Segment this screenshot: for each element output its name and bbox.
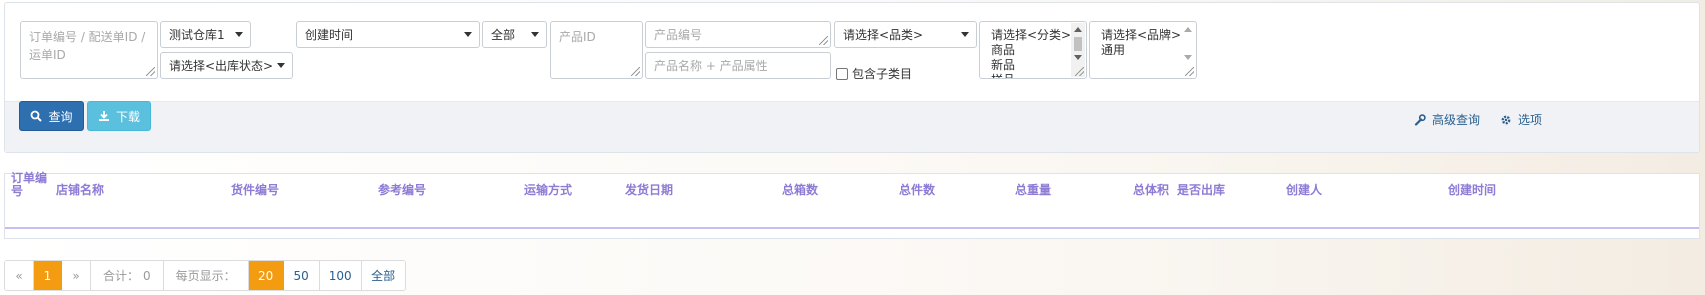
time-range-select[interactable]: 全部 [482, 21, 547, 48]
column-header-shipment-no[interactable]: 货件编号 [231, 184, 279, 197]
gear-icon [1501, 115, 1511, 124]
filter-panel: 订单编号 / 配送单ID / 运单ID 测试仓库1 请选择<出库状态> 创建时间… [4, 2, 1700, 153]
column-header-store-name[interactable]: 店铺名称 [56, 184, 104, 197]
header-divider [5, 227, 1699, 229]
download-button[interactable]: 下载 [87, 101, 151, 131]
next-page-button[interactable]: » [62, 261, 91, 290]
time-field-value: 创建时间 [305, 28, 354, 42]
column-header-total-pieces[interactable]: 总件数 [899, 184, 935, 197]
chevron-down-icon [235, 31, 243, 37]
brand-listbox[interactable]: 请选择<品牌> 通用 [1089, 21, 1197, 79]
column-header-ship-date[interactable]: 发货日期 [625, 184, 673, 197]
column-header-total-boxes[interactable]: 总箱数 [782, 184, 818, 197]
product-name-placeholder: 产品名称 + 产品属性 [654, 59, 768, 73]
resize-handle-icon[interactable] [1075, 67, 1084, 76]
category-select[interactable]: 请选择<品类> [834, 21, 977, 48]
scroll-down-icon[interactable] [1074, 55, 1082, 60]
query-button[interactable]: 查询 [19, 101, 84, 131]
product-id-input[interactable]: 产品ID [550, 21, 643, 79]
page-size-100-button[interactable]: 100 [319, 261, 362, 290]
chevron-down-icon [277, 62, 285, 68]
time-range-value: 全部 [491, 28, 516, 42]
column-header-is-outbound[interactable]: 是否出库 [1177, 184, 1225, 197]
chevron-down-icon [531, 31, 539, 37]
prev-page-button[interactable]: « [5, 261, 34, 290]
warehouse-select-value: 测试仓库1 [169, 28, 225, 42]
options-link[interactable]: 选项 [1500, 111, 1542, 128]
advanced-query-link[interactable]: 高级查询 [1414, 111, 1480, 128]
resize-handle-icon[interactable] [146, 67, 155, 76]
time-field-select[interactable]: 创建时间 [296, 21, 480, 48]
order-search-input[interactable]: 订单编号 / 配送单ID / 运单ID [20, 21, 158, 79]
total-label: 合计： [103, 269, 140, 283]
outbound-status-select[interactable]: 请选择<出库状态> [160, 52, 293, 79]
total-count: 合计： 0 [91, 261, 164, 290]
column-header-reference-no[interactable]: 参考编号 [378, 184, 426, 197]
scroll-down-icon[interactable] [1184, 55, 1192, 60]
column-header-total-volume[interactable]: 总体积 [1133, 184, 1169, 197]
search-icon [31, 110, 43, 122]
scrollbar-thumb[interactable] [1074, 37, 1082, 51]
resize-handle-icon[interactable] [631, 67, 640, 76]
column-header-order-no[interactable]: 订单编号 [11, 172, 47, 198]
page-size-all-button[interactable]: 全部 [361, 261, 405, 290]
include-subcategory-option[interactable]: 包含子类目 [836, 65, 912, 82]
page-1-button[interactable]: 1 [34, 261, 62, 290]
scroll-up-icon[interactable] [1184, 27, 1192, 32]
classification-listbox[interactable]: 请选择<分类> 商品 新品 样品 [979, 21, 1087, 79]
scroll-up-icon[interactable] [1074, 27, 1082, 32]
product-code-placeholder: 产品编号 [654, 28, 703, 42]
column-header-shipping-method[interactable]: 运输方式 [524, 184, 572, 197]
warehouse-select[interactable]: 测试仓库1 [160, 21, 251, 48]
pagination: « 1 » 合计： 0 每页显示： 20 50 100 全部 [4, 260, 406, 291]
order-search-placeholder: 订单编号 / 配送单ID / 运单ID [29, 30, 146, 62]
download-icon [98, 111, 109, 121]
column-header-total-weight[interactable]: 总重量 [1015, 184, 1051, 197]
category-select-value: 请选择<品类> [843, 28, 924, 42]
include-subcategory-label: 包含子类目 [852, 67, 913, 81]
resize-handle-icon[interactable] [819, 36, 828, 45]
product-name-input[interactable]: 产品名称 + 产品属性 [645, 52, 831, 79]
column-header-created-time[interactable]: 创建时间 [1448, 184, 1496, 197]
product-code-input[interactable]: 产品编号 [645, 21, 831, 48]
product-id-placeholder: 产品ID [559, 30, 596, 44]
chevron-down-icon [464, 31, 472, 37]
results-table: 订单编号 店铺名称 货件编号 参考编号 运输方式 发货日期 总箱数 总件数 总重… [4, 172, 1700, 239]
page-size-20-button[interactable]: 20 [248, 261, 284, 290]
outbound-status-value: 请选择<出库状态> [169, 59, 274, 73]
resize-handle-icon[interactable] [1185, 67, 1194, 76]
download-button-label: 下载 [115, 109, 140, 124]
total-value: 0 [143, 268, 151, 283]
options-label: 选项 [1518, 113, 1543, 127]
include-subcategory-checkbox[interactable] [836, 67, 848, 80]
per-page-label: 每页显示： [163, 261, 249, 290]
advanced-query-label: 高级查询 [1432, 113, 1481, 127]
query-button-label: 查询 [48, 109, 73, 124]
wrench-icon [1414, 113, 1426, 126]
page-size-50-button[interactable]: 50 [283, 261, 320, 290]
chevron-down-icon [961, 31, 969, 37]
column-header-creator[interactable]: 创建人 [1286, 184, 1322, 197]
